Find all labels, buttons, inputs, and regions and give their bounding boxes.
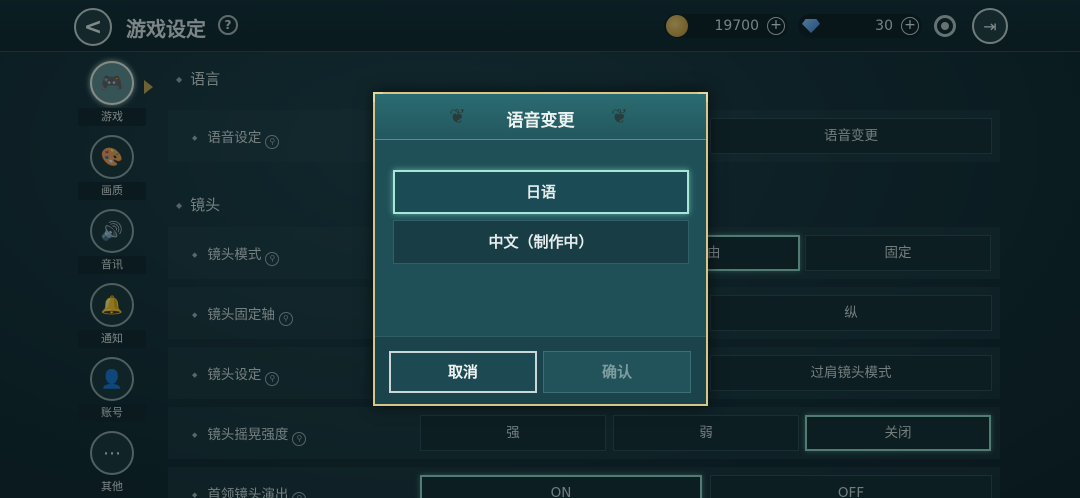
confirm-button[interactable]: 确认 xyxy=(543,351,691,393)
corner-ornament xyxy=(698,92,708,102)
cancel-button[interactable]: 取消 xyxy=(389,351,537,393)
language-option-japanese[interactable]: 日语 xyxy=(393,170,689,214)
corner-ornament xyxy=(373,92,383,102)
voice-change-dialog: ❦ 语音变更 ❦ 日语 中文（制作中） 取消 确认 xyxy=(373,92,708,406)
language-option-chinese[interactable]: 中文（制作中） xyxy=(393,220,689,264)
dialog-footer: 取消 确认 xyxy=(375,336,706,404)
dialog-title: 语音变更 xyxy=(506,111,575,131)
dialog-header: ❦ 语音变更 ❦ xyxy=(375,94,706,140)
leaf-ornament-icon: ❦ xyxy=(611,104,628,128)
dialog-body: 日语 中文（制作中） xyxy=(375,140,706,336)
